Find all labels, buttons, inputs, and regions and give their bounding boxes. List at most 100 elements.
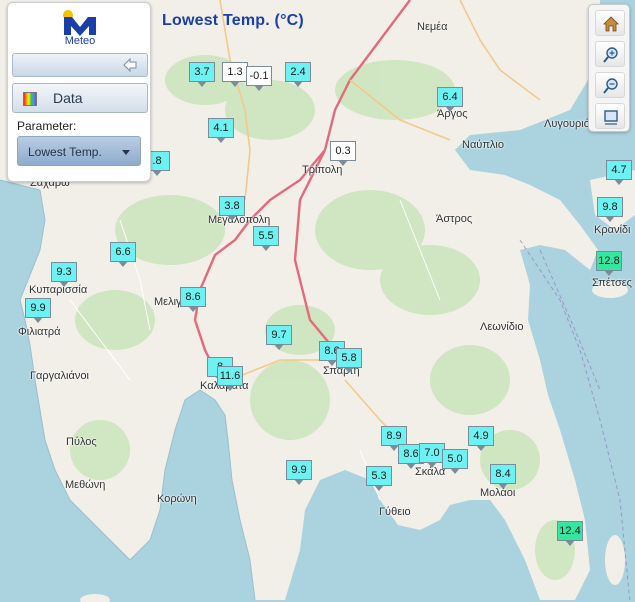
station-marker[interactable]: 3.8 [219, 196, 245, 221]
station-value: 8.4 [490, 464, 516, 484]
marker-pointer-icon [225, 385, 235, 391]
station-marker[interactable]: 9.7 [266, 325, 292, 350]
station-value: 5.8 [336, 348, 362, 368]
parameter-select[interactable]: Lowest Temp. [17, 136, 141, 166]
station-value: 6.6 [110, 242, 136, 262]
place-label: Κορώνη [157, 493, 197, 505]
station-marker[interactable]: 8.6 [180, 287, 206, 312]
control-panel: Meteo Data Parameter: Lowest Temp. [7, 2, 151, 182]
marker-pointer-icon [261, 245, 271, 251]
marker-pointer-icon [118, 261, 128, 267]
place-label: Φιλιατρά [18, 326, 61, 338]
place-label: Γαργαλιάνοι [30, 370, 89, 382]
home-button[interactable] [595, 10, 625, 36]
place-label: Μεθώνη [65, 479, 106, 491]
marker-pointer-icon [406, 463, 416, 469]
station-marker[interactable]: 3.7 [189, 62, 215, 87]
station-marker[interactable]: 4.7 [606, 160, 632, 185]
marker-pointer-icon [274, 344, 284, 350]
station-marker[interactable]: 5.3 [366, 466, 392, 491]
place-label: Τρίπολη [302, 164, 343, 176]
home-icon [603, 16, 619, 32]
meteo-logo: Meteo [58, 9, 102, 47]
marker-pointer-icon [33, 317, 43, 323]
station-value: 2.4 [285, 62, 311, 82]
station-marker[interactable]: 6.6 [110, 242, 136, 267]
station-value: 8.9 [381, 426, 407, 446]
station-marker[interactable]: 1.3 [222, 62, 248, 87]
marker-pointer-icon [498, 483, 508, 489]
station-marker[interactable]: 12.4 [557, 521, 583, 546]
full-extent-button[interactable] [595, 103, 625, 129]
station-value: -0.1 [246, 66, 272, 86]
marker-pointer-icon [614, 179, 624, 185]
station-marker[interactable]: 9.3 [51, 262, 77, 287]
marker-pointer-icon [374, 485, 384, 491]
parameter-label: Parameter: [17, 119, 77, 133]
station-value: 12.4 [557, 521, 583, 541]
station-marker[interactable]: 9.9 [286, 460, 312, 485]
marker-pointer-icon [445, 106, 455, 112]
station-value: 3.8 [219, 196, 245, 216]
place-label: Κρανίδι [594, 224, 631, 236]
station-marker[interactable]: 6.4 [437, 87, 463, 112]
marker-pointer-icon [294, 479, 304, 485]
station-value: 4.1 [208, 118, 234, 138]
station-value: 4.7 [606, 160, 632, 180]
arrow-left-icon [123, 58, 137, 72]
place-label: Νεμέα [417, 21, 448, 33]
station-marker[interactable]: 5.5 [253, 226, 279, 251]
station-value: 9.9 [25, 298, 51, 318]
station-marker[interactable]: 8.4 [490, 464, 516, 489]
marker-pointer-icon [152, 170, 162, 176]
station-value: 3.7 [189, 62, 215, 82]
station-value: 0.3 [330, 141, 356, 161]
station-marker[interactable]: 2.4 [285, 62, 311, 87]
marker-pointer-icon [216, 137, 226, 143]
station-marker[interactable]: 9.8 [597, 197, 623, 222]
marker-pointer-icon [338, 160, 348, 166]
station-marker[interactable]: 11.6 [217, 366, 243, 391]
station-value: 4.9 [468, 426, 494, 446]
station-marker[interactable]: 4.1 [208, 118, 234, 143]
station-value: 6.4 [437, 87, 463, 107]
place-label: Ναύπλιο [462, 139, 504, 151]
marker-pointer-icon [230, 81, 240, 87]
marker-pointer-icon [604, 270, 614, 276]
logo-text: Meteo [64, 35, 96, 47]
station-marker[interactable]: 4.9 [468, 426, 494, 451]
station-marker[interactable]: 5.0 [442, 449, 468, 474]
place-label: Πύλος [66, 436, 97, 448]
station-value: 9.9 [286, 460, 312, 480]
place-label: Σπέτσες [592, 277, 632, 289]
zoom-out-button[interactable] [595, 72, 625, 98]
station-marker[interactable]: 9.9 [25, 298, 51, 323]
data-button[interactable]: Data [12, 83, 148, 113]
place-label: Άστρος [436, 213, 473, 225]
station-value: 1.3 [222, 62, 248, 82]
marker-pointer-icon [188, 306, 198, 312]
palette-icon [23, 92, 37, 106]
place-label: Λυγουριό [544, 118, 590, 130]
place-label: Λεωνίδιο [480, 321, 524, 333]
zoom-in-button[interactable] [595, 41, 625, 67]
meteo-logo-icon [63, 10, 96, 36]
marker-pointer-icon [476, 445, 486, 451]
chevron-down-icon [122, 150, 130, 155]
station-value: 5.3 [366, 466, 392, 486]
marker-pointer-icon [197, 81, 207, 87]
zoom-out-icon [603, 78, 618, 94]
marker-pointer-icon [605, 216, 615, 222]
station-value: 12.8 [596, 251, 622, 271]
station-marker[interactable]: -0.1 [246, 66, 272, 91]
collapse-panel-button[interactable] [12, 53, 148, 77]
parameter-select-value: Lowest Temp. [28, 145, 102, 159]
station-marker[interactable]: 12.8 [596, 251, 622, 276]
marker-pointer-icon [427, 462, 437, 468]
station-value: 11.6 [217, 366, 243, 386]
station-marker[interactable]: 5.8 [336, 348, 362, 373]
marker-pointer-icon [227, 215, 237, 221]
station-value: 5.0 [442, 449, 468, 469]
station-marker[interactable]: 0.3 [330, 141, 356, 166]
marker-pointer-icon [565, 540, 575, 546]
